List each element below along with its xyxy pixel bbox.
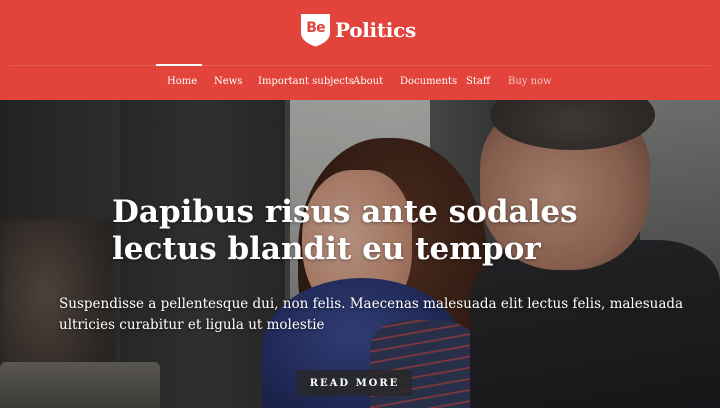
main-navigation: Home News Important subjects About Docum… bbox=[0, 64, 720, 100]
nav-item-news[interactable]: News bbox=[214, 76, 242, 87]
nav-item-buy-now[interactable]: Buy now bbox=[508, 76, 552, 87]
hero-banner: Dapibus risus ante sodales lectus blandi… bbox=[0, 100, 720, 408]
logo-badge-text: Be bbox=[306, 20, 325, 36]
nav-item-documents[interactable]: Documents bbox=[400, 76, 457, 87]
read-more-button[interactable]: READ MORE bbox=[297, 370, 412, 396]
logo-shield-icon: Be bbox=[300, 13, 331, 47]
nav-item-home[interactable]: Home bbox=[167, 76, 197, 87]
nav-item-about[interactable]: About bbox=[353, 76, 383, 87]
nav-item-important-subjects[interactable]: Important subjects bbox=[258, 76, 354, 87]
hero-description: Suspendisse a pellentesque dui, non feli… bbox=[59, 296, 684, 333]
logo-text: Politics bbox=[335, 18, 416, 42]
site-header: Be Politics Home News Important subjects… bbox=[0, 0, 720, 100]
hero-title: Dapibus risus ante sodales lectus blandi… bbox=[112, 194, 578, 267]
nav-active-indicator bbox=[156, 64, 202, 66]
site-logo[interactable]: Be Politics bbox=[300, 12, 416, 48]
nav-item-staff[interactable]: Staff bbox=[466, 76, 490, 87]
